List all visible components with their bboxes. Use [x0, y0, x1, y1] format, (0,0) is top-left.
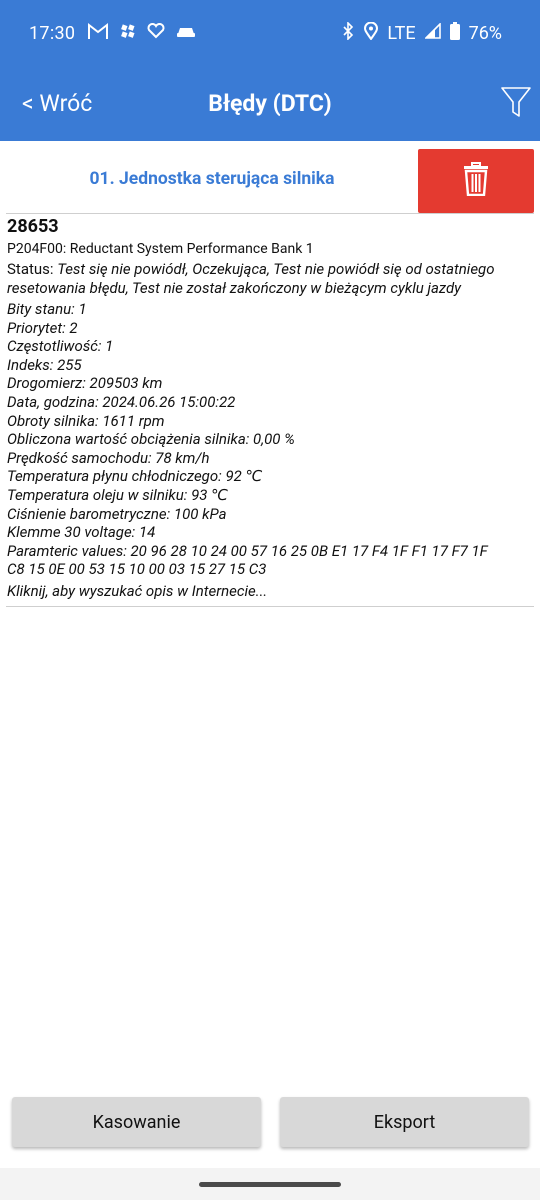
trash-icon [463, 162, 489, 200]
bluetooth-icon [341, 21, 355, 46]
notification-icons [87, 22, 197, 46]
module-title[interactable]: 01. Jednostka sterująca silnika [0, 169, 424, 189]
delete-button[interactable] [418, 149, 534, 213]
navigation-bar: < Wróć Błędy (DTC) [0, 68, 540, 141]
gesture-bar [0, 1168, 540, 1200]
dtc-description: P204F00: Reductant System Performance Ba… [7, 241, 314, 257]
filter-icon[interactable] [500, 84, 534, 124]
export-button[interactable]: Eksport [280, 1097, 529, 1147]
dtc-status-label: Status: [7, 260, 58, 278]
detail-parametric-values: Paramteric values: 20 96 28 10 24 00 57 … [7, 541, 488, 560]
dtc-status: Status: Test się nie powiódł, Oczekująca… [7, 260, 535, 298]
detail-vehicle-speed: Prędkość samochodu: 78 km/h [7, 448, 210, 467]
dtc-code: 28653 [7, 216, 59, 237]
detail-parametric-values-cont: C8 15 0E 00 53 15 10 00 03 15 27 15 C3 [7, 560, 267, 579]
network-type: LTE [387, 23, 416, 44]
battery-icon [449, 22, 460, 46]
dtc-status-value: Test się nie powiódł, Oczekująca, Test n… [7, 260, 495, 297]
dtc-details: Bity stanu: 1 Priorytet: 2 Częstotliwość… [7, 300, 535, 579]
detail-frequency: Częstotliwość: 1 [7, 337, 114, 356]
detail-engine-load: Obliczona wartość obciążenia silnika: 0,… [7, 430, 295, 449]
clear-button[interactable]: Kasowanie [12, 1097, 261, 1147]
search-online-link[interactable]: Kliknij, aby wyszukać opis w Internecie.… [7, 582, 535, 601]
system-icons: LTE 76% [341, 21, 502, 46]
module-row: 01. Jednostka sterująca silnika [0, 141, 540, 213]
detail-status-bits: Bity stanu: 1 [7, 300, 87, 318]
detail-barometric-pressure: Ciśnienie barometryczne: 100 kPa [7, 504, 227, 523]
detail-klemme-30-voltage: Klemme 30 voltage: 14 [7, 523, 156, 542]
detail-odometer: Drogomierz: 209503 km [7, 374, 163, 393]
battery-percent: 76% [468, 23, 502, 44]
heart-pulse-icon [147, 22, 165, 46]
page-title: Błędy (DTC) [208, 90, 332, 117]
gmail-icon [87, 22, 109, 46]
dtc-entry[interactable]: 28653 P204F00: Reductant System Performa… [7, 216, 535, 601]
signal-icon [423, 22, 441, 45]
car-icon [175, 23, 197, 45]
detail-engine-rpm: Obroty silnika: 1611 rpm [7, 411, 165, 430]
location-icon [364, 21, 379, 46]
status-time: 17:30 [29, 23, 76, 44]
detail-priority: Priorytet: 2 [7, 318, 78, 337]
divider [6, 606, 534, 607]
detail-oil-temp: Temperatura oleju w silniku: 93 ℃ [7, 485, 228, 504]
detail-index: Indeks: 255 [7, 355, 82, 374]
pinwheel-icon [119, 22, 137, 46]
home-handle[interactable] [199, 1182, 341, 1187]
divider [6, 213, 534, 214]
detail-datetime: Data, godzina: 2024.06.26 15:00:22 [7, 392, 236, 411]
detail-coolant-temp: Temperatura płynu chłodniczego: 92 ℃ [7, 467, 263, 486]
status-bar: 17:30 LTE 76% [0, 0, 540, 68]
app-header: 17:30 LTE 76% < Wróć Błędy (DTC) [0, 0, 540, 141]
